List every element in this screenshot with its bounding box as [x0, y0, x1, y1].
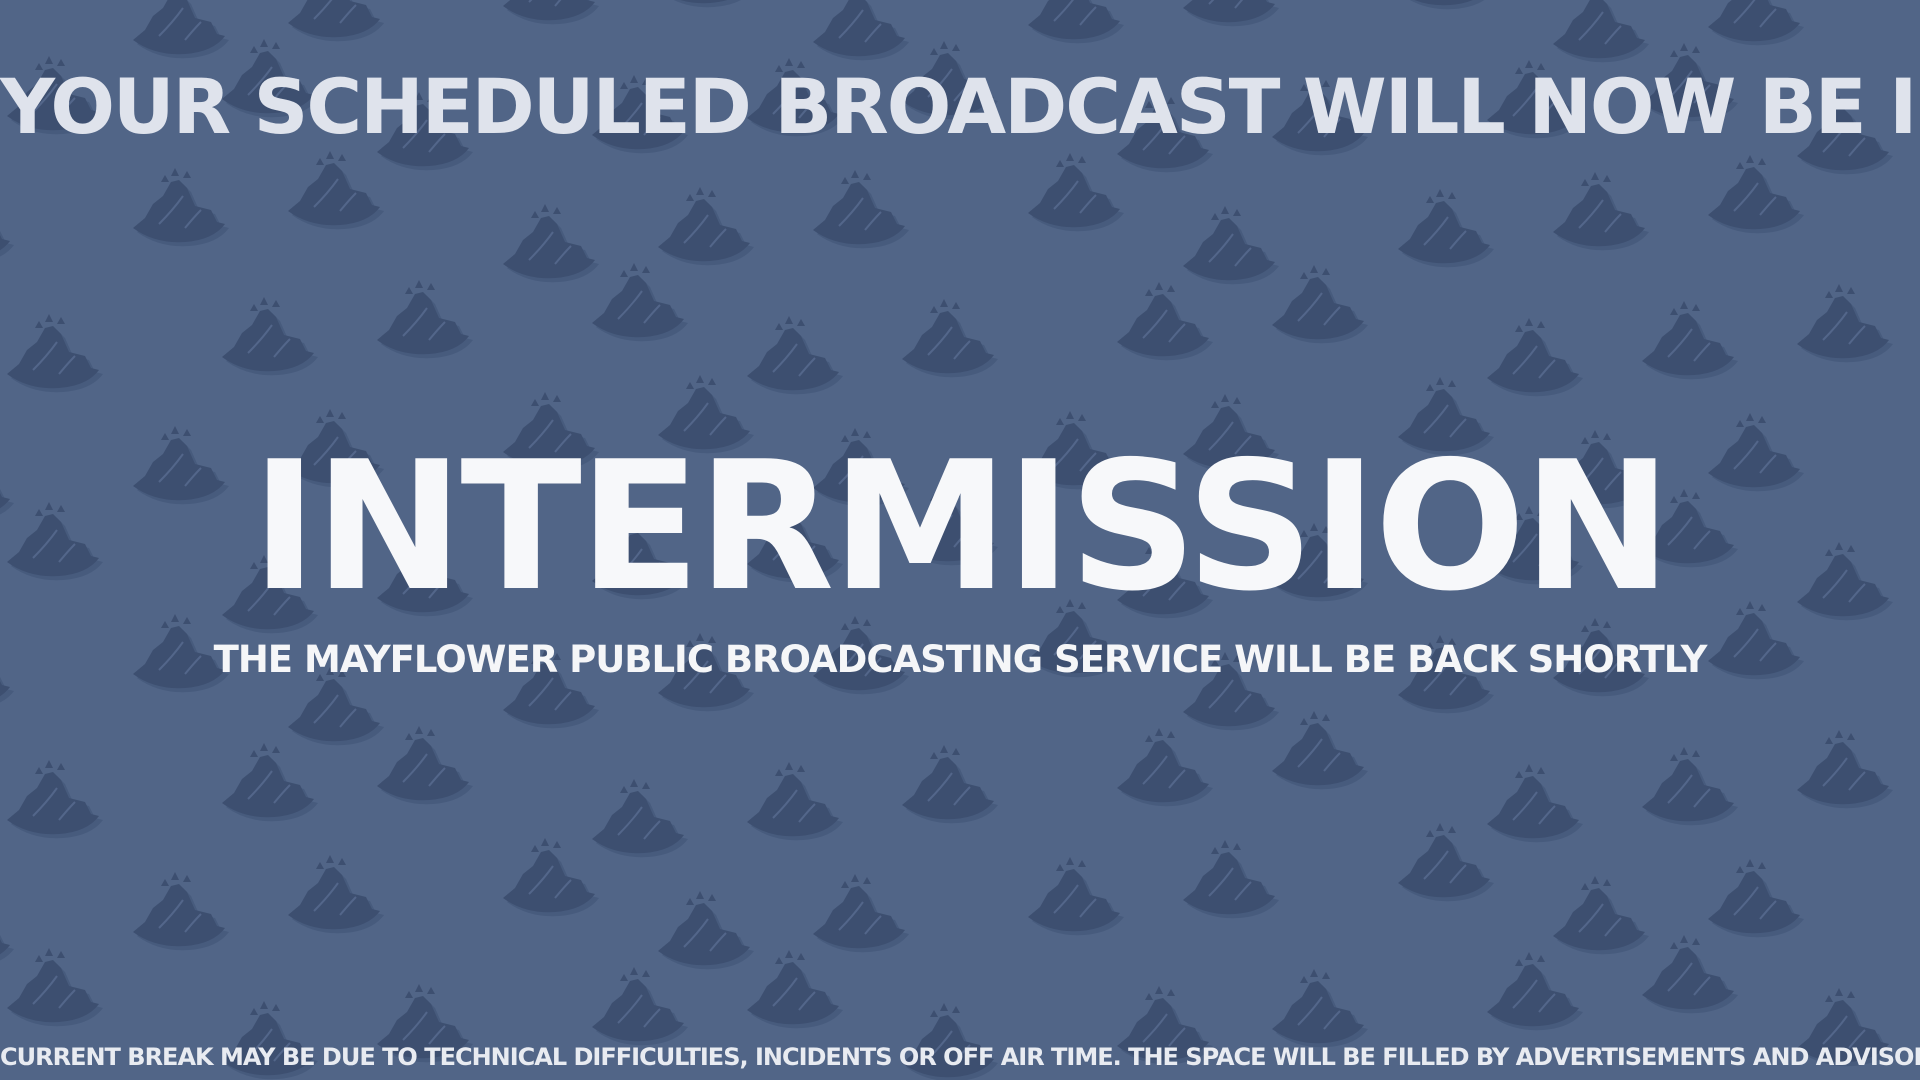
- intermission-card: YOUR SCHEDULED BROADCAST WILL NOW BE IN …: [0, 0, 1920, 1080]
- return-notice: THE MAYFLOWER PUBLIC BROADCASTING SERVIC…: [213, 638, 1708, 681]
- footer-disclaimer: CURRENT BREAK MAY BE DUE TO TECHNICAL DI…: [0, 1043, 1920, 1071]
- intermission-title: INTERMISSION: [251, 423, 1672, 630]
- broadcast-heading: YOUR SCHEDULED BROADCAST WILL NOW BE IN: [0, 62, 1920, 151]
